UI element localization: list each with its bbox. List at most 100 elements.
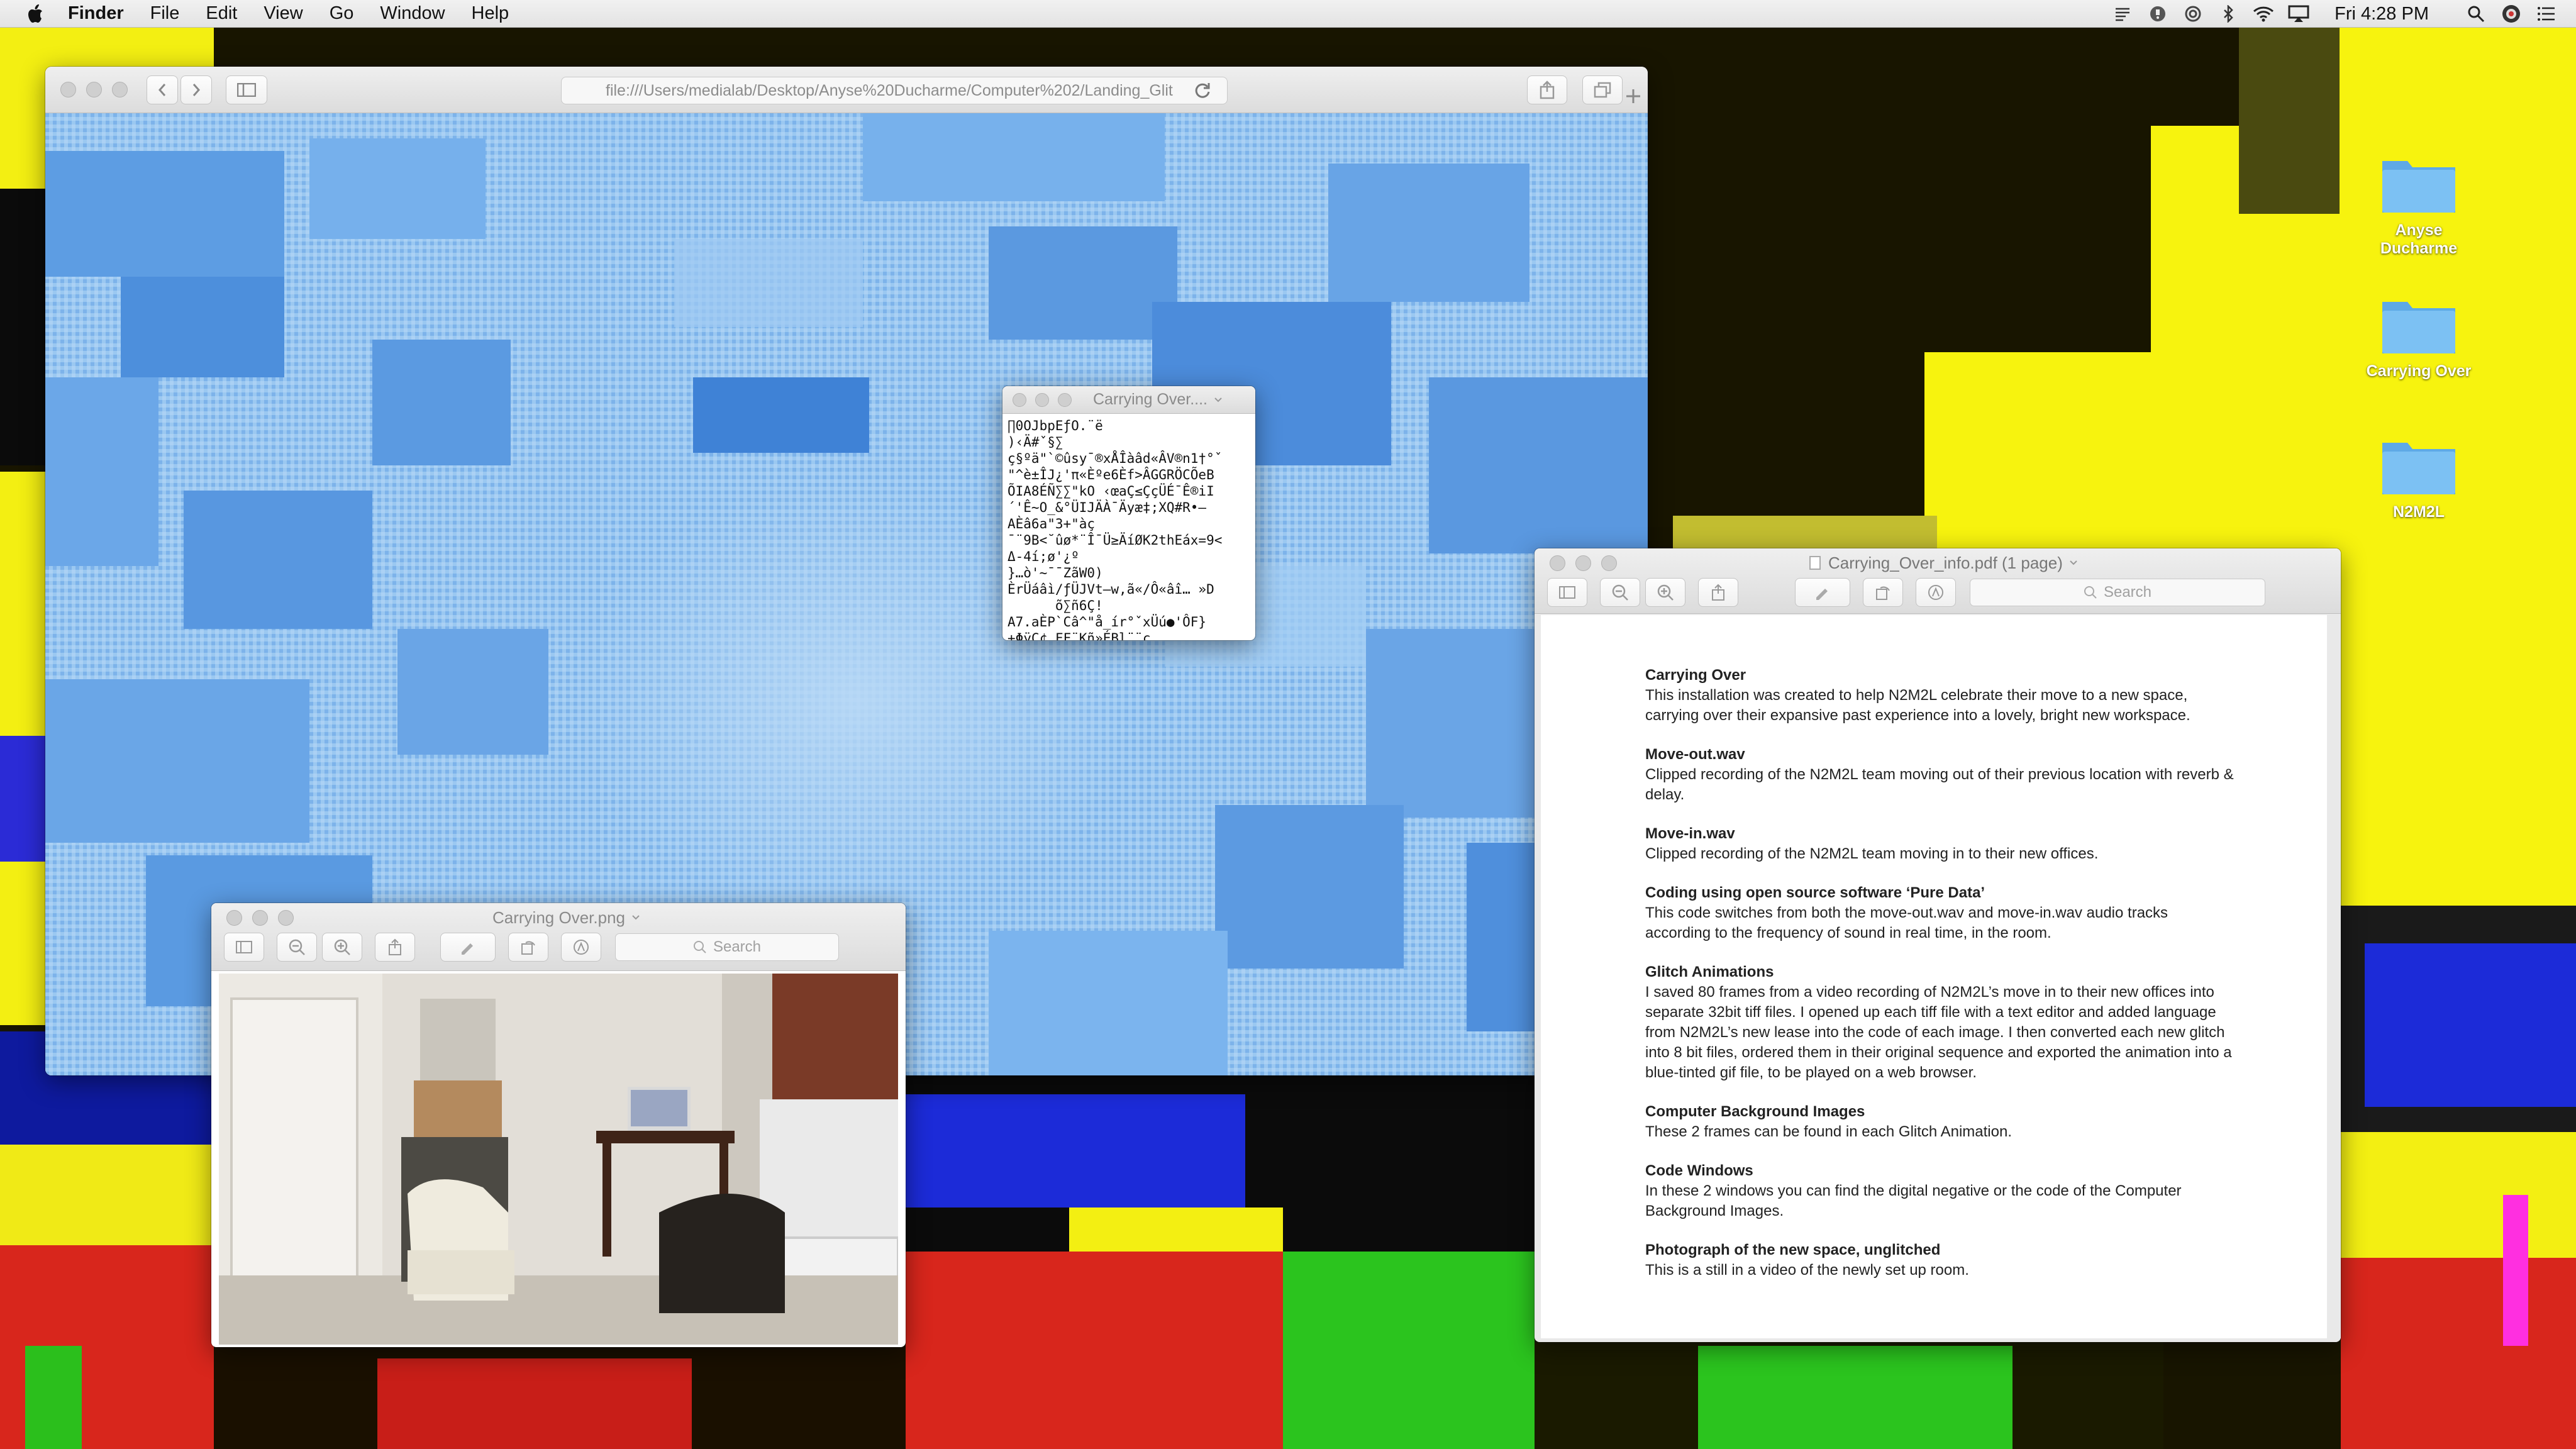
pen-icon <box>1816 589 1828 600</box>
markup-icon <box>1928 585 1943 600</box>
section-body: I saved 80 frames from a video recording… <box>1645 984 2232 1081</box>
sidebar-toggle-button[interactable] <box>224 933 264 962</box>
menu-go[interactable]: Go <box>330 3 354 24</box>
desktop-folder-anyse-ducharme[interactable]: Anyse Ducharme <box>2356 155 2482 258</box>
desktop-folder-label: Anyse Ducharme <box>2380 221 2458 257</box>
search-field[interactable]: Search <box>1970 579 2265 606</box>
section-heading: Photograph of the new space, unglitched <box>1645 1241 1941 1258</box>
zoom-out-button[interactable] <box>277 933 317 962</box>
scrollbar[interactable] <box>2332 615 2341 1338</box>
desktop-folder-carrying-over[interactable]: Carrying Over <box>2356 296 2482 380</box>
menu-file[interactable]: File <box>150 3 180 24</box>
section-heading: Computer Background Images <box>1645 1103 1865 1120</box>
security-menu-icon[interactable] <box>2147 4 2168 23</box>
share-icon <box>389 938 401 955</box>
minimize-button[interactable] <box>86 82 102 97</box>
sidebar-button[interactable] <box>226 75 267 104</box>
close-button[interactable] <box>226 909 242 926</box>
notes-menu-icon[interactable] <box>2112 4 2133 23</box>
menu-view[interactable]: View <box>264 3 303 24</box>
pdf-section: Move-out.wav Clipped recording of the N2… <box>1645 745 2236 805</box>
tabs-overview-button[interactable] <box>1582 75 1623 104</box>
zoom-out-icon <box>289 939 305 955</box>
apple-menu-icon[interactable] <box>25 3 44 25</box>
address-bar[interactable]: file:///Users/medialab/Desktop/Anyse%20D… <box>561 77 1228 104</box>
preview-pdf-window: Carrying_Over_info.pdf (1 page) Search C… <box>1535 548 2341 1342</box>
markup-button[interactable] <box>1795 578 1850 607</box>
desktop-folder-label: N2M2L <box>2393 503 2445 521</box>
section-body: Clipped recording of the N2M2L team movi… <box>1645 766 2234 803</box>
code-window-text[interactable]: ∏0OJbpEƒO.¨ë )‹Ä#ˇ§∑ ç§ºä"`©ûsy¯®xÅÎàâd«… <box>1002 414 1255 640</box>
zoom-button[interactable] <box>112 82 128 97</box>
share-button[interactable] <box>1527 75 1567 104</box>
reload-icon[interactable] <box>1194 82 1211 99</box>
close-button[interactable] <box>60 82 76 97</box>
zoom-in-button[interactable] <box>322 933 362 962</box>
sidebar-toggle-button[interactable] <box>1547 578 1587 607</box>
zoom-in-icon <box>1657 584 1674 601</box>
zoom-button[interactable] <box>1058 392 1072 407</box>
zoom-out-button[interactable] <box>1600 578 1640 607</box>
menu-edit[interactable]: Edit <box>206 3 237 24</box>
room-photograph <box>219 974 898 1345</box>
wifi-icon[interactable] <box>2253 4 2274 23</box>
share-button[interactable] <box>375 933 415 962</box>
menu-window[interactable]: Window <box>380 3 445 24</box>
bluetooth-icon[interactable] <box>2218 4 2239 23</box>
section-body: These 2 frames can be found in each Glit… <box>1645 1123 2012 1140</box>
minimize-button[interactable] <box>1575 555 1591 571</box>
folder-icon <box>2380 296 2458 356</box>
window-controls <box>1013 392 1080 407</box>
preview-image-title: Carrying Over.png <box>492 908 625 927</box>
pdf-page: Carrying Over This installation was crea… <box>1541 615 2327 1338</box>
markup-icon <box>574 940 589 955</box>
back-button[interactable] <box>147 75 178 104</box>
user-avatar-icon[interactable] <box>2501 4 2522 23</box>
zoom-button[interactable] <box>1601 555 1617 571</box>
chevron-down-icon[interactable] <box>2069 560 2078 566</box>
share-icon <box>1540 80 1555 99</box>
sidebar-icon <box>1559 586 1575 599</box>
close-button[interactable] <box>1013 392 1026 407</box>
markup-toolbar-button[interactable] <box>561 933 601 962</box>
markup-toolbar-button[interactable] <box>1916 578 1956 607</box>
rotate-button[interactable] <box>1863 578 1903 607</box>
new-tab-icon[interactable] <box>1625 88 1641 104</box>
chevron-down-icon[interactable] <box>631 914 640 921</box>
spotlight-search-icon[interactable] <box>2465 4 2487 23</box>
minimize-button[interactable] <box>252 909 268 926</box>
zoom-in-button[interactable] <box>1645 578 1685 607</box>
chevron-left-icon <box>158 83 166 96</box>
search-field[interactable]: Search <box>615 933 839 961</box>
code-window-title: Carrying Over.... <box>1093 391 1208 408</box>
notification-center-icon[interactable] <box>2536 4 2557 23</box>
menu-help[interactable]: Help <box>472 3 509 24</box>
preview-image-titlebar: Carrying Over.png Search <box>211 903 906 971</box>
chevron-down-icon[interactable] <box>1214 397 1223 403</box>
section-heading: Move-in.wav <box>1645 825 1735 842</box>
pdf-section: Move-in.wav Clipped recording of the N2M… <box>1645 824 2236 864</box>
share-button[interactable] <box>1698 578 1738 607</box>
menu-app-name[interactable]: Finder <box>68 3 124 24</box>
rotate-button[interactable] <box>508 933 548 962</box>
section-body: This code switches from both the move-ou… <box>1645 904 2168 941</box>
zoom-button[interactable] <box>278 909 294 926</box>
code-window: Carrying Over.... ∏0OJbpEƒO.¨ë )‹Ä#ˇ§∑ ç… <box>1002 386 1255 640</box>
desktop-folder-n2m2l[interactable]: N2M2L <box>2356 436 2482 521</box>
pdf-document-icon <box>1809 556 1821 570</box>
close-button[interactable] <box>1550 555 1565 571</box>
menu-clock[interactable]: Fri 4:28 PM <box>2334 4 2429 25</box>
markup-button[interactable] <box>440 933 496 962</box>
forward-button[interactable] <box>180 75 212 104</box>
minimize-button[interactable] <box>1035 392 1049 407</box>
section-heading: Carrying Over <box>1645 667 1746 684</box>
section-heading: Code Windows <box>1645 1162 1753 1179</box>
search-placeholder: Search <box>713 938 762 955</box>
chevron-right-icon <box>192 83 201 96</box>
search-icon <box>2084 586 2097 599</box>
desktop-folder-label: Carrying Over <box>2366 362 2472 380</box>
preview-pdf-titlebar: Carrying_Over_info.pdf (1 page) Search <box>1535 548 2341 614</box>
airplay-icon[interactable] <box>2288 4 2309 23</box>
creative-cloud-icon[interactable] <box>2182 4 2204 23</box>
pen-icon <box>462 943 473 955</box>
